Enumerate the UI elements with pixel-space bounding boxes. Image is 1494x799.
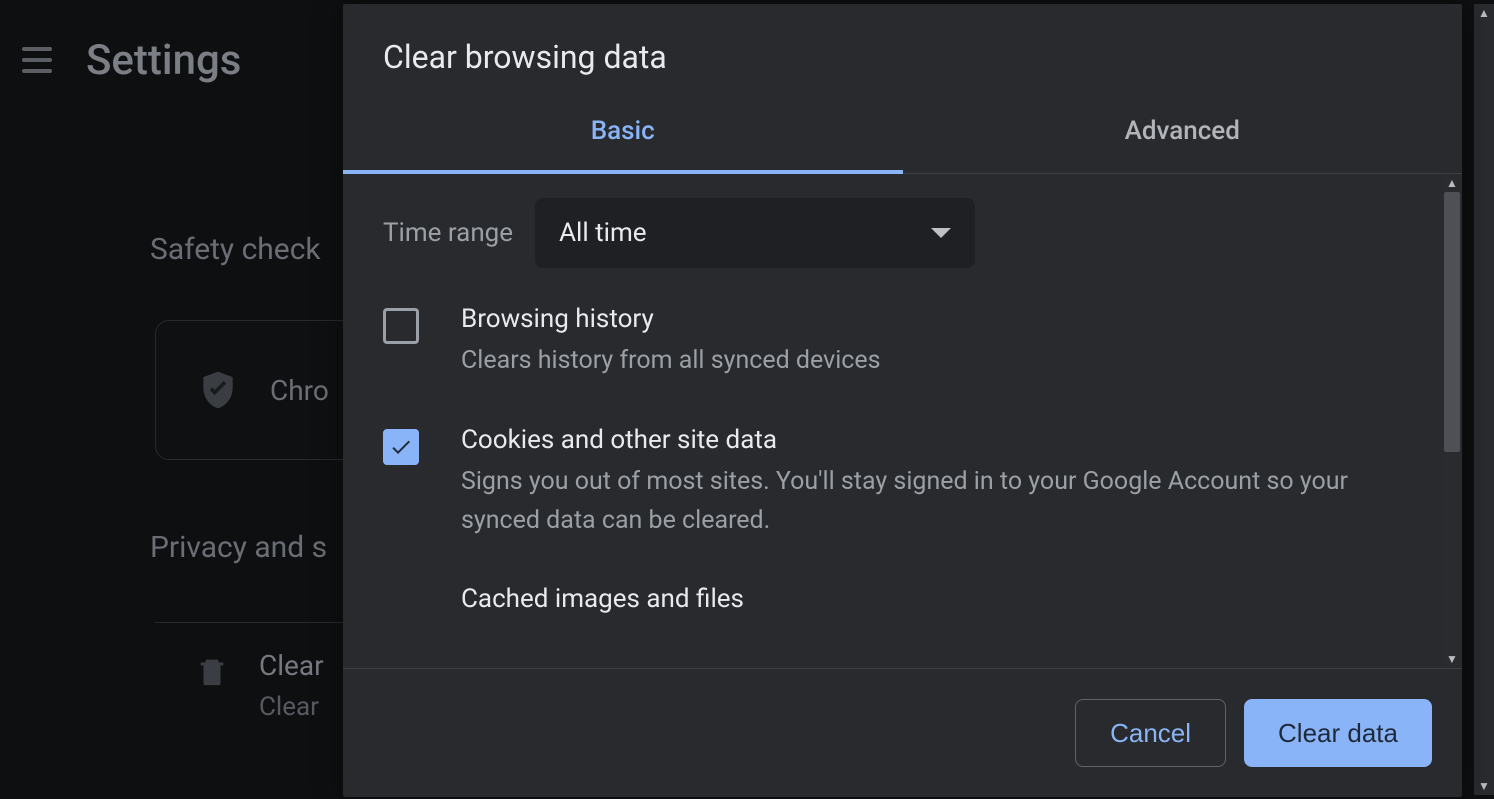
scroll-down-icon[interactable]: ▼ (1474, 777, 1494, 795)
scrollbar-thumb[interactable] (1444, 192, 1460, 452)
dialog-content: Time range All time Browsing history Cle… (343, 174, 1462, 668)
tab-basic[interactable]: Basic (343, 94, 903, 174)
time-range-row: Time range All time (383, 198, 1422, 268)
clear-data-button[interactable]: Clear data (1244, 699, 1432, 767)
cancel-button[interactable]: Cancel (1075, 699, 1226, 767)
dialog-title: Clear browsing data (343, 4, 1462, 94)
time-range-label: Time range (383, 218, 513, 248)
section-heading-safety: Safety check (150, 232, 321, 267)
option-cookies: Cookies and other site data Signs you ou… (383, 425, 1422, 541)
option-title: Browsing history (461, 304, 1392, 334)
dialog-scrollbar[interactable]: ▲ ▼ (1442, 174, 1462, 668)
option-desc: Signs you out of most sites. You'll stay… (461, 463, 1392, 541)
scroll-up-icon[interactable]: ▲ (1474, 4, 1494, 22)
option-title: Cookies and other site data (461, 425, 1392, 455)
option-browsing-history: Browsing history Clears history from all… (383, 304, 1422, 381)
clear-row-sub: Clear (259, 692, 324, 722)
menu-icon[interactable] (18, 41, 56, 79)
clear-row-title: Clear (259, 649, 324, 682)
tab-advanced[interactable]: Advanced (903, 94, 1463, 173)
shield-check-icon (196, 365, 240, 415)
time-range-value: All time (559, 218, 646, 248)
checkbox-cookies[interactable] (383, 429, 419, 465)
time-range-select[interactable]: All time (535, 198, 975, 268)
option-desc: Clears history from all synced devices (461, 342, 1392, 381)
option-title: Cached images and files (461, 584, 1392, 614)
section-heading-privacy: Privacy and s (150, 530, 327, 565)
dialog-tabs: Basic Advanced (343, 94, 1462, 174)
page-title: Settings (86, 36, 241, 85)
checkbox-browsing-history[interactable] (383, 308, 419, 344)
chevron-down-icon (931, 228, 951, 238)
scroll-down-icon[interactable]: ▼ (1442, 650, 1462, 668)
dialog-footer: Cancel Clear data (343, 668, 1462, 797)
option-cached: Cached images and files (383, 584, 1422, 624)
scroll-up-icon[interactable]: ▲ (1442, 174, 1462, 192)
safety-item-label: Chro (270, 374, 329, 407)
page-scrollbar[interactable]: ▲ ▼ (1474, 4, 1494, 795)
clear-browsing-data-dialog: Clear browsing data Basic Advanced Time … (343, 4, 1462, 797)
trash-icon (195, 649, 229, 693)
